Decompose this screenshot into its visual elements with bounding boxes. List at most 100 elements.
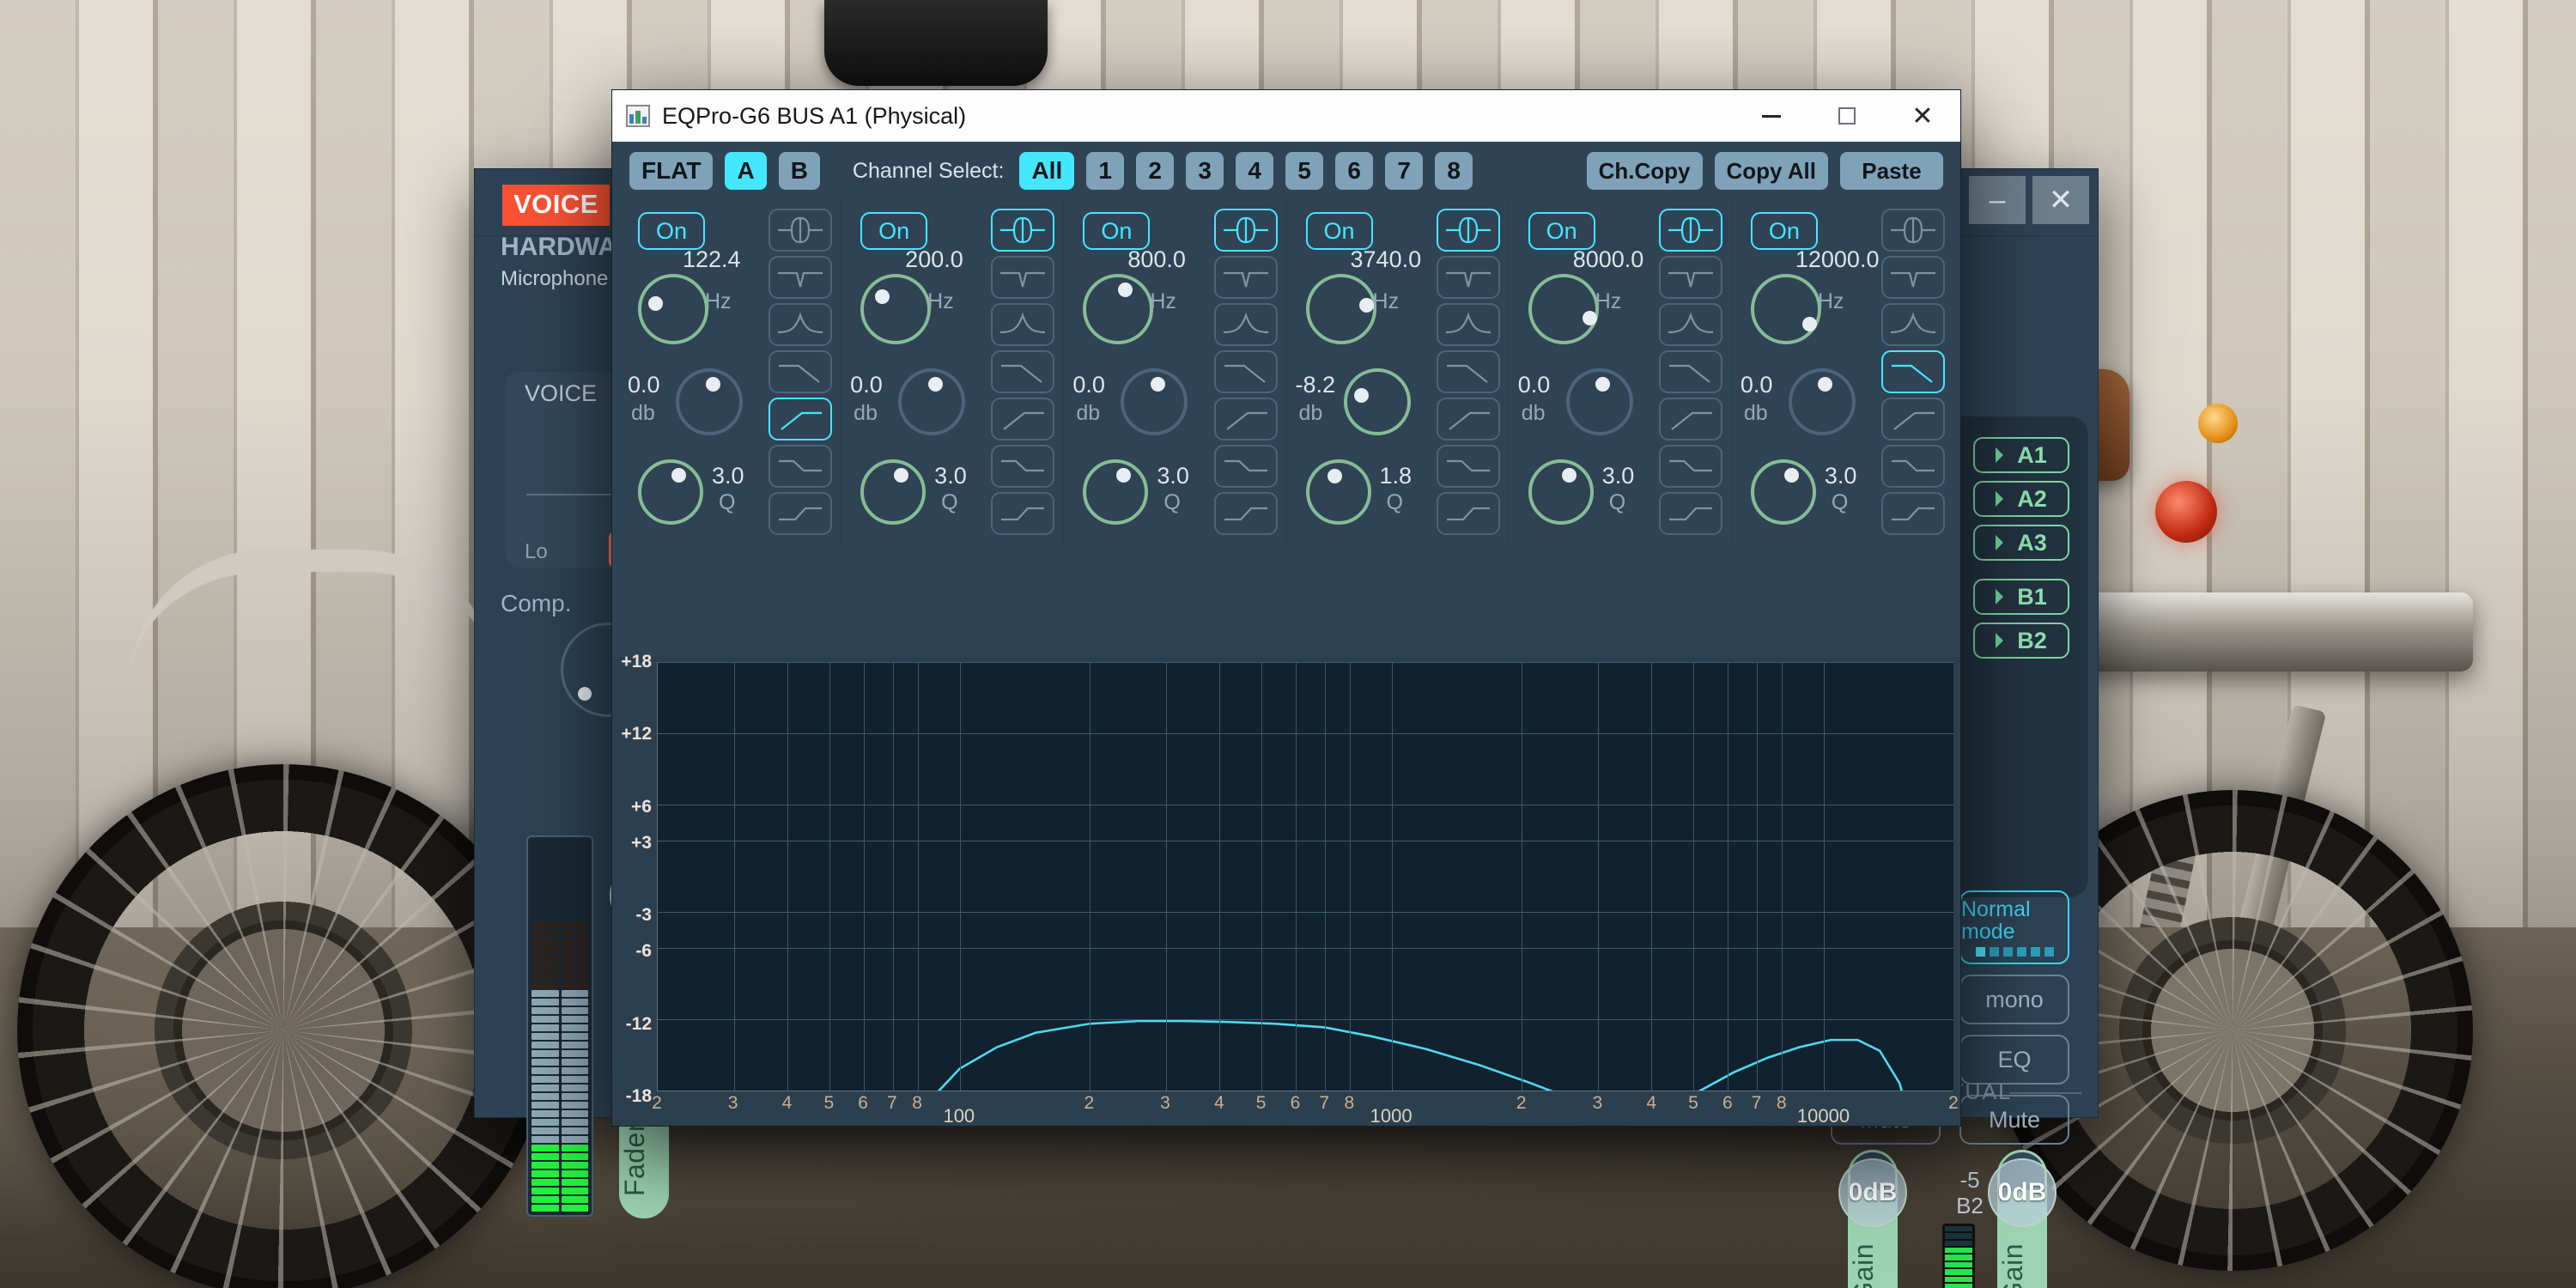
filter-type-low-pass-icon[interactable] [1881,350,1946,393]
filter-type-peak-icon[interactable] [1213,303,1278,346]
gain-knob[interactable] [1565,368,1633,435]
filter-type-high-shelf-icon[interactable] [1213,445,1278,488]
gain-knob[interactable] [898,368,966,435]
filter-type-low-pass-icon[interactable] [1213,350,1278,393]
filter-type-notch-icon[interactable] [991,256,1055,299]
channel-button-7[interactable]: 7 [1385,152,1424,190]
q-knob[interactable] [1083,459,1149,525]
frequency-knob[interactable] [1528,274,1599,344]
graph-plot-area[interactable] [657,662,1953,1091]
frequency-knob[interactable] [860,274,932,344]
band-on-button[interactable]: On [638,212,705,250]
preset-a-button[interactable]: A [725,152,767,190]
eq-response-graph[interactable]: +18 +12 +6 +3 -3 -6 -12 -18 2 3 4 5 6 7 8 100 2 3 4 5 6 7 8 10… [612,652,1960,1127]
band-on-button[interactable]: On [1528,212,1595,250]
filter-type-high-pass-icon[interactable] [1213,398,1278,440]
bus-fader-knob-b2[interactable]: 0dB [1988,1158,2057,1227]
filter-type-low-pass-icon[interactable] [769,350,833,393]
filter-type-low-shelf-icon[interactable] [1436,492,1500,535]
q-knob[interactable] [1305,459,1371,525]
filter-type-high-pass-icon[interactable] [1436,398,1500,440]
channel-button-4[interactable]: 4 [1236,152,1274,190]
channel-button-5[interactable]: 5 [1285,152,1324,190]
filter-type-peak-icon[interactable] [991,303,1055,346]
filter-type-low-shelf-icon[interactable] [1881,492,1946,535]
route-button-a1[interactable]: A1 [1973,437,2069,473]
filter-type-notch-icon[interactable] [1436,256,1500,299]
gain-knob[interactable] [676,368,743,435]
bus-fader-knob-b1[interactable]: 0dB [1838,1158,1907,1227]
eq-window[interactable]: EQPro-G6 BUS A1 (Physical) ✕ FLAT A B Ch… [611,89,1961,1127]
filter-type-high-shelf-icon[interactable] [1658,445,1722,488]
filter-type-bell-icon[interactable] [1213,209,1278,252]
filter-type-low-shelf-icon[interactable] [1658,492,1722,535]
route-button-b1[interactable]: B1 [1973,579,2069,615]
route-button-a2[interactable]: A2 [1973,481,2069,517]
channel-button-all[interactable]: All [1019,152,1075,190]
band-on-button[interactable]: On [860,212,928,250]
q-knob[interactable] [1750,459,1816,525]
channel-button-6[interactable]: 6 [1335,152,1374,190]
filter-type-high-shelf-icon[interactable] [1436,445,1500,488]
frequency-knob[interactable] [1083,274,1154,344]
filter-type-peak-icon[interactable] [1658,303,1722,346]
filter-type-peak-icon[interactable] [1436,303,1500,346]
filter-type-high-pass-icon[interactable] [769,398,833,440]
filter-type-low-pass-icon[interactable] [991,350,1055,393]
filter-type-notch-icon[interactable] [1881,256,1946,299]
route-button-a3[interactable]: A3 [1973,525,2069,561]
gain-knob[interactable] [1788,368,1856,435]
filter-type-low-shelf-icon[interactable] [991,492,1055,535]
daw-close-button[interactable]: ✕ [2032,176,2089,224]
filter-type-high-shelf-icon[interactable] [1881,445,1946,488]
filter-type-bell-icon[interactable] [1658,209,1722,252]
filter-type-bell-icon[interactable] [1881,209,1946,252]
normal-mode-button-b2[interactable]: Normal mode [1959,890,2069,964]
daw-minimize-button[interactable]: – [1969,176,2026,224]
filter-type-bell-icon[interactable] [769,209,833,252]
gain-knob[interactable] [1343,368,1411,435]
filter-type-peak-icon[interactable] [1881,303,1946,346]
channel-button-8[interactable]: 8 [1435,152,1473,190]
paste-button[interactable]: Paste [1840,152,1943,190]
filter-type-low-shelf-icon[interactable] [1213,492,1278,535]
filter-type-high-pass-icon[interactable] [1658,398,1722,440]
filter-type-high-shelf-icon[interactable] [991,445,1055,488]
filter-type-low-shelf-icon[interactable] [769,492,833,535]
copy-all-button[interactable]: Copy All [1714,152,1828,190]
mono-button-b2[interactable]: mono [1959,975,2069,1024]
band-on-button[interactable]: On [1083,212,1151,250]
filter-type-notch-icon[interactable] [1213,256,1278,299]
eq-button-b2[interactable]: EQ [1959,1035,2069,1084]
eq-titlebar[interactable]: EQPro-G6 BUS A1 (Physical) ✕ [612,90,1960,142]
route-button-b2[interactable]: B2 [1973,623,2069,659]
band-on-button[interactable]: On [1750,212,1818,250]
frequency-knob[interactable] [1750,274,1821,344]
flat-button[interactable]: FLAT [629,152,714,190]
gain-knob[interactable] [1121,368,1188,435]
frequency-knob[interactable] [638,274,708,344]
filter-type-low-pass-icon[interactable] [1658,350,1722,393]
channel-button-1[interactable]: 1 [1086,152,1125,190]
preset-b-button[interactable]: B [778,152,820,190]
minimize-button[interactable] [1734,90,1809,142]
band-on-button[interactable]: On [1305,212,1373,250]
close-button[interactable]: ✕ [1885,90,1960,142]
q-knob[interactable] [638,459,703,525]
filter-type-high-shelf-icon[interactable] [769,445,833,488]
filter-type-peak-icon[interactable] [769,303,833,346]
filter-type-bell-icon[interactable] [991,209,1055,252]
channel-button-3[interactable]: 3 [1186,152,1224,190]
filter-type-notch-icon[interactable] [1658,256,1722,299]
ch-copy-button[interactable]: Ch.Copy [1586,152,1703,190]
filter-type-high-pass-icon[interactable] [1881,398,1946,440]
maximize-button[interactable] [1809,90,1885,142]
q-knob[interactable] [1528,459,1594,525]
filter-type-low-pass-icon[interactable] [1436,350,1500,393]
filter-type-notch-icon[interactable] [769,256,833,299]
filter-type-bell-icon[interactable] [1436,209,1500,252]
filter-type-high-pass-icon[interactable] [991,398,1055,440]
channel-button-2[interactable]: 2 [1136,152,1175,190]
frequency-knob[interactable] [1305,274,1376,344]
q-knob[interactable] [860,459,927,525]
